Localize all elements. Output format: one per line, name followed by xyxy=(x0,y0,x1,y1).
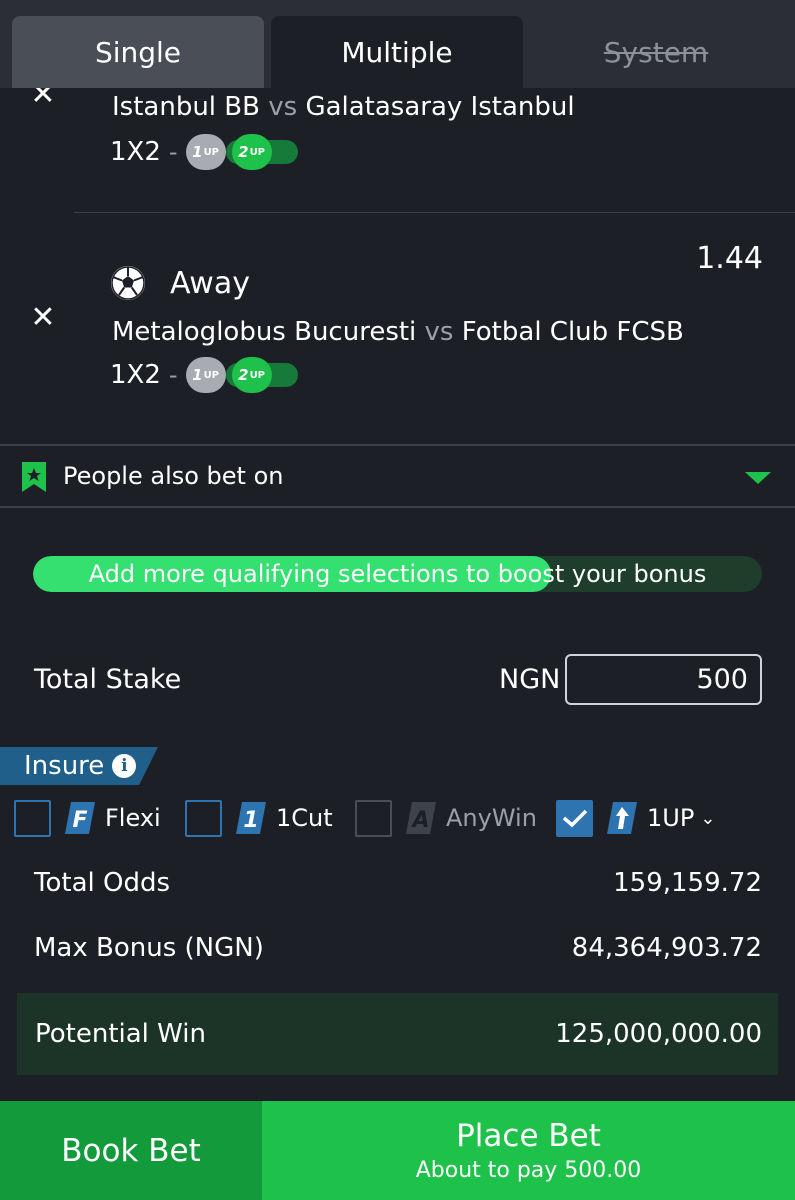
remove-bet-icon[interactable]: ✕ xyxy=(30,303,56,333)
market-label: 1X2 xyxy=(110,360,161,390)
bet-market: 1X2 - 1 UP 2 UP xyxy=(110,357,298,393)
bookmark-star-icon xyxy=(22,462,46,492)
bet-item: 1.44 Away ✕ Metaloglobus Bucuresti vs Fo… xyxy=(0,213,795,438)
home-team: Metaloglobus Bucuresti xyxy=(112,317,417,347)
bet-pick: Away xyxy=(110,265,250,301)
bonus-progress-bar: Add more qualifying selections to boost … xyxy=(33,556,762,592)
tab-single[interactable]: Single xyxy=(12,16,264,88)
flexi-checkbox[interactable] xyxy=(14,799,51,837)
1up-icon xyxy=(607,802,637,834)
bonus-progress-text: Add more qualifying selections to boost … xyxy=(88,560,707,588)
chip-suffix: UP xyxy=(203,146,220,158)
total-odds-value: 159,159.72 xyxy=(613,868,762,898)
1up-chip: 1 UP xyxy=(185,134,226,170)
max-bonus-value: 84,364,903.72 xyxy=(571,933,762,963)
1up-label: 1UP xyxy=(647,804,695,832)
potential-win-row: Potential Win 125,000,000.00 xyxy=(17,993,778,1075)
tab-multiple[interactable]: Multiple xyxy=(271,16,523,88)
stake-input[interactable] xyxy=(565,654,762,705)
home-team: Istanbul BB xyxy=(112,92,260,122)
remove-bet-icon[interactable]: ✕ xyxy=(30,88,56,110)
total-stake-label: Total Stake xyxy=(34,664,182,695)
info-icon[interactable]: i xyxy=(112,754,137,778)
soccer-ball-icon xyxy=(111,266,145,300)
max-bonus-label: Max Bonus (NGN) xyxy=(34,933,264,963)
away-team: Galatasaray Istanbul xyxy=(305,92,575,122)
checkmark-icon xyxy=(562,809,587,828)
total-odds-label: Total Odds xyxy=(34,868,171,898)
option-anywin: A AnyWin xyxy=(355,798,537,838)
chevron-down-icon[interactable]: ⌄ xyxy=(700,808,715,829)
svg-text:1: 1 xyxy=(243,808,258,833)
market-dash: - xyxy=(168,361,178,389)
2up-chip: 2 UP xyxy=(231,134,272,170)
vs-label: vs xyxy=(424,317,454,347)
total-odds-row: Total Odds 159,159.72 xyxy=(34,868,762,898)
insure-options: F Flexi 1 1Cut A AnyWin 1UP ⌄ xyxy=(0,798,795,838)
max-bonus-row: Max Bonus (NGN) 84,364,903.72 xyxy=(34,933,762,963)
pick-label: Away xyxy=(170,265,250,301)
svg-text:A: A xyxy=(410,808,429,833)
bet-odds: 1.44 xyxy=(696,241,763,276)
book-bet-label: Book Bet xyxy=(61,1132,201,1169)
1up-chip: 1 UP xyxy=(185,357,226,393)
bet-teams: Metaloglobus Bucuresti vs Fotbal Club FC… xyxy=(112,317,684,347)
place-bet-subtext: About to pay 500.00 xyxy=(415,1158,642,1183)
chip-number: 2 xyxy=(238,366,249,384)
2up-chip: 2 UP xyxy=(231,357,272,393)
people-also-bet-on[interactable]: People also bet on xyxy=(0,444,795,508)
1up-checkbox[interactable] xyxy=(556,799,593,837)
1cut-checkbox[interactable] xyxy=(185,799,222,837)
market-label: 1X2 xyxy=(110,137,161,167)
bet-teams: Istanbul BB vs Galatasaray Istanbul xyxy=(112,92,575,122)
anywin-checkbox xyxy=(355,799,392,837)
option-1cut[interactable]: 1 1Cut xyxy=(185,798,333,838)
chip-suffix: UP xyxy=(203,369,220,381)
tab-system: System xyxy=(603,35,709,69)
flexi-icon: F xyxy=(65,802,95,834)
1cut-icon: 1 xyxy=(236,802,266,834)
bet-market: 1X2 - 1 UP 2 UP xyxy=(110,134,298,170)
insure-label: Insure xyxy=(24,751,105,781)
bet-list: ✕ Istanbul BB vs Galatasaray Istanbul 1X… xyxy=(0,88,795,438)
market-dash: - xyxy=(168,138,178,166)
option-1up[interactable]: 1UP ⌄ xyxy=(556,798,715,838)
svg-text:F: F xyxy=(72,808,87,833)
stake-currency: NGN xyxy=(499,664,561,695)
bet-type-tabs: Single Multiple System xyxy=(0,0,795,88)
chip-number: 1 xyxy=(192,366,203,384)
potential-win-value: 125,000,000.00 xyxy=(555,1019,762,1049)
boost-toggle[interactable]: 1 UP 2 UP xyxy=(185,134,298,170)
book-bet-button[interactable]: Book Bet xyxy=(0,1101,262,1200)
insure-banner: Insure i xyxy=(0,747,158,785)
anywin-icon: A xyxy=(406,802,436,834)
vs-label: vs xyxy=(268,92,298,122)
flexi-label: Flexi xyxy=(105,804,161,832)
place-bet-button[interactable]: Place Bet About to pay 500.00 xyxy=(262,1101,795,1200)
chip-number: 2 xyxy=(238,143,249,161)
people-also-bet-label: People also bet on xyxy=(63,462,284,490)
option-flexi[interactable]: F Flexi xyxy=(14,798,161,838)
chip-suffix: UP xyxy=(249,369,266,381)
anywin-label: AnyWin xyxy=(446,804,537,832)
away-team: Fotbal Club FCSB xyxy=(461,317,684,347)
chip-suffix: UP xyxy=(249,146,266,158)
chip-number: 1 xyxy=(192,143,203,161)
1cut-label: 1Cut xyxy=(276,804,333,832)
boost-toggle[interactable]: 1 UP 2 UP xyxy=(185,357,298,393)
bet-item: ✕ Istanbul BB vs Galatasaray Istanbul 1X… xyxy=(0,88,795,212)
potential-win-label: Potential Win xyxy=(35,1019,207,1049)
caret-down-icon[interactable] xyxy=(745,472,771,484)
place-bet-label: Place Bet xyxy=(456,1118,601,1154)
